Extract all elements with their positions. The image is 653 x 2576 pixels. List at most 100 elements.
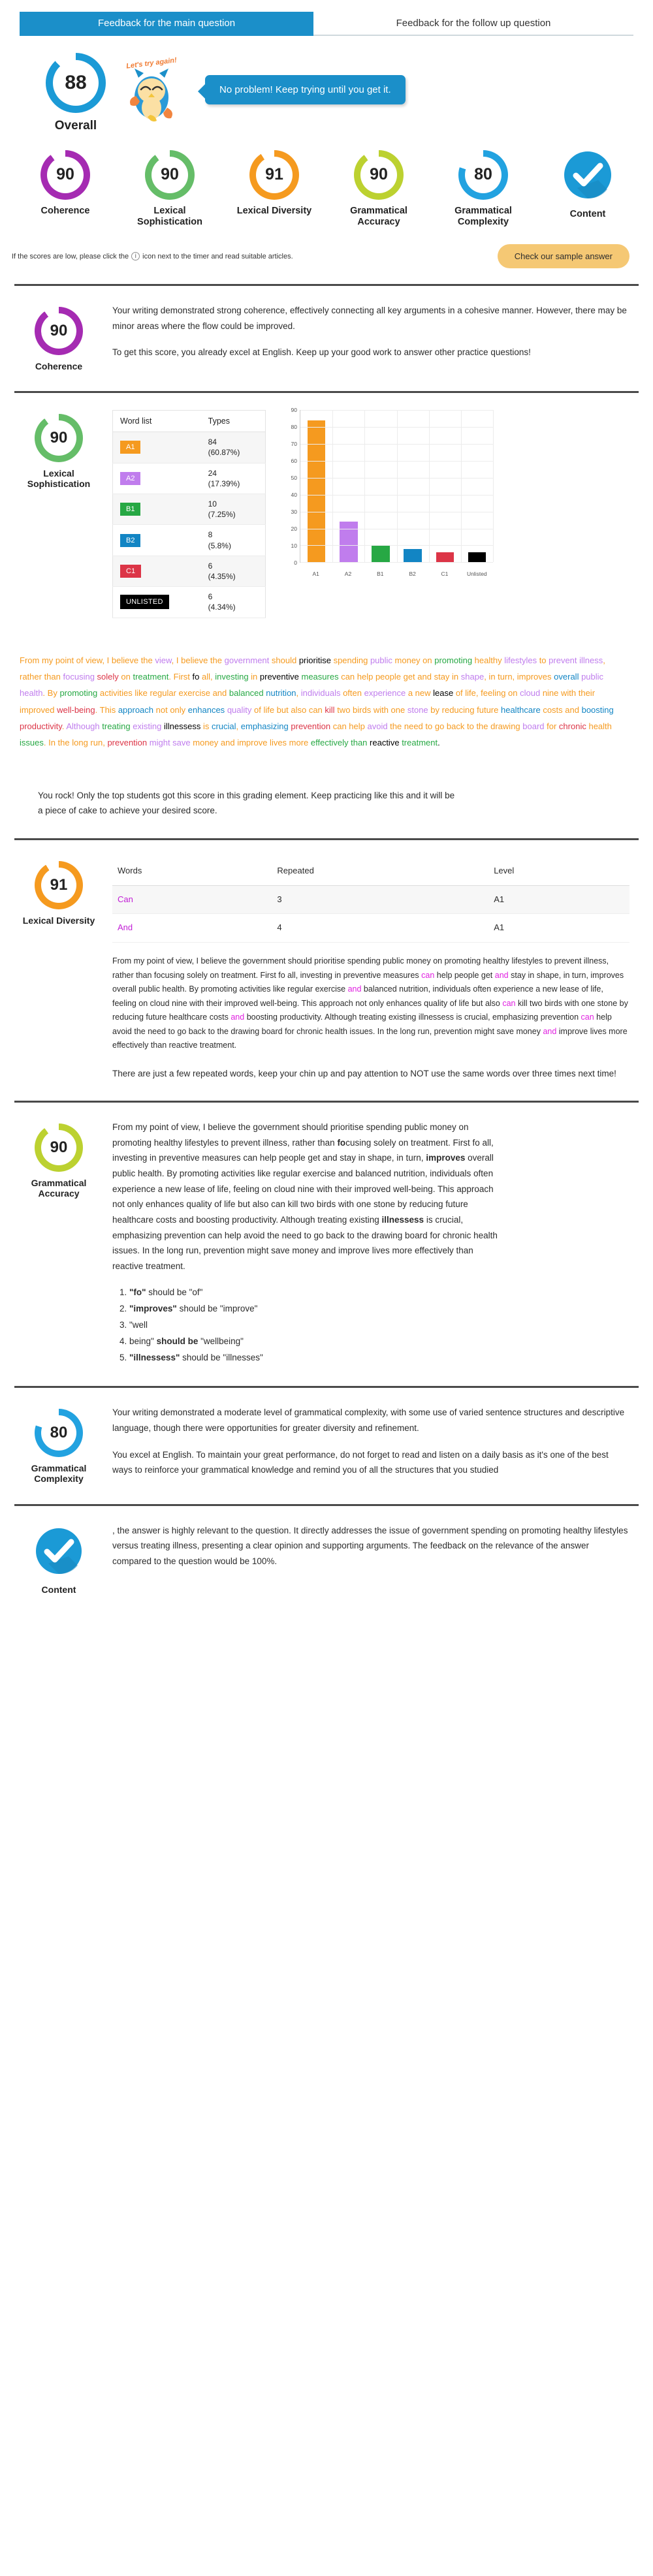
chart-bar-slot [332, 410, 364, 563]
essay-token: and [562, 704, 582, 715]
score-cell-grammatical-accuracy[interactable]: 90 Grammatical Accuracy [330, 149, 427, 227]
word-list-chip-cell: A1 [112, 432, 201, 463]
lexical-diversity-score-ring: 91 [249, 149, 299, 200]
grammatical-complexity-paragraph-1: Your writing demonstrated a moderate lev… [112, 1407, 625, 1433]
grammar-error-word: fo [337, 1137, 346, 1148]
note-text-before: If the scores are low, please click the [12, 252, 129, 260]
score-cell-lexical-diversity[interactable]: 91 Lexical Diversity [226, 149, 323, 227]
content-feedback: , the answer is highly relevant to the q… [112, 1523, 629, 1595]
chart-bar [372, 545, 390, 563]
essay-token: the need to go back to the drawing [387, 721, 523, 731]
essay-token: lifestyles [504, 655, 537, 665]
essay-token: . This [95, 704, 118, 715]
table-row: A1 84 (60.87%) [112, 432, 266, 463]
section-lexical-sophistication: 90 Lexical Sophistication Word list Type… [0, 393, 653, 838]
overall-score-block: 88 Overall [34, 53, 118, 133]
essay-token: and [210, 688, 229, 699]
lexical-sophistication-score-label: Lexical Sophistication [137, 205, 202, 227]
essay-token: healthy [472, 655, 505, 665]
essay-token: government [224, 655, 270, 665]
coherence-label: Coherence [35, 361, 83, 372]
lexical-sophistication-score-ring: 90 [145, 149, 195, 200]
grammatical-accuracy-badge: 90 Grammatical Accuracy [20, 1120, 98, 1366]
essay-token: of life but also can [251, 704, 325, 715]
word-list-chip-cell: UNLISTED [112, 586, 201, 618]
lexical-diversity-score-value: 91 [265, 165, 283, 184]
repeated-word-highlight: can [581, 1013, 594, 1022]
repeated-header-repeated: Repeated [272, 856, 489, 886]
essay-token: reactive [370, 738, 400, 748]
essay-token: focusing [63, 671, 95, 682]
content-check-circle-icon [35, 1527, 83, 1579]
chart-y-tick: 80 [291, 424, 297, 431]
grammatical-complexity-paragraph-2: You excel at English. To maintain your g… [112, 1449, 609, 1475]
coherence-score-ring: 90 [40, 149, 90, 200]
check-sample-answer-button[interactable]: Check our sample answer [497, 244, 629, 269]
content-paragraph-1: , the answer is highly relevant to the q… [112, 1525, 628, 1566]
chart-x-labels: A1 A2 B1 B2 C1 Unlisted [300, 571, 493, 577]
essay-token: issues [20, 738, 44, 748]
chart-y-tick: 70 [291, 441, 297, 448]
score-note-row: If the scores are low, please click the … [0, 227, 653, 284]
chart-gridline [332, 410, 334, 563]
chart-y-tick: 10 [291, 542, 297, 550]
table-row: Can 3 A1 [112, 885, 629, 915]
grammatical-complexity-score-value: 80 [474, 165, 492, 184]
colored-essay-text: From my point of view, I believe the vie… [20, 652, 629, 751]
essay-token: preventive [259, 671, 299, 682]
repeated-word-highlight: can [502, 998, 516, 1008]
score-cell-lexical-sophistication[interactable]: 90 Lexical Sophistication [121, 149, 218, 227]
coherence-feedback: Your writing demonstrated strong coheren… [112, 303, 629, 371]
essay-token: costs [543, 704, 563, 715]
word-list-types-cell: 10 (7.25%) [200, 494, 266, 526]
table-row: C1 6 (4.35%) [112, 556, 266, 588]
repeated-words-table-body: Can 3 A1 And 4 A1 [112, 885, 629, 943]
word-list-chip-cell: B2 [112, 524, 201, 556]
coherence-score-value: 90 [56, 165, 74, 184]
essay-token: avoid [367, 721, 388, 731]
essay-token: health [588, 721, 612, 731]
level-chip: A1 [120, 441, 141, 454]
grammatical-accuracy-score-value: 90 [370, 165, 388, 184]
info-icon[interactable]: i [131, 252, 140, 261]
chart-bar [468, 552, 486, 563]
chart-gridline [396, 410, 398, 563]
essay-token: improved [20, 704, 55, 715]
tab-feedback-main[interactable]: Feedback for the main question [20, 12, 313, 36]
tab-feedback-followup[interactable]: Feedback for the follow up question [313, 12, 633, 36]
essay-token: , in turn, [484, 671, 517, 682]
essay-token: healthcare [500, 704, 541, 715]
score-cell-grammatical-complexity[interactable]: 80 Grammatical Complexity [435, 149, 532, 227]
score-cell-coherence[interactable]: 90 Coherence [17, 149, 114, 227]
chart-gridline [428, 410, 430, 563]
essay-token: fo [192, 671, 200, 682]
grammatical-complexity-badge: 80 Grammatical Complexity [20, 1405, 98, 1484]
word-list-types-cell: 84 (60.87%) [200, 432, 266, 463]
essay-token: often [340, 688, 364, 699]
essay-token: . First [168, 671, 193, 682]
content-score-label: Content [569, 208, 606, 219]
table-row: UNLISTED 6 (4.34%) [112, 586, 266, 618]
score-summary-strip: 90 Coherence 90 Lexical Sophistication 9… [0, 133, 653, 227]
essay-token: , [296, 688, 301, 699]
fix-token-bold: should be [156, 1336, 199, 1347]
chart-gridline [493, 410, 494, 563]
essay-token: investing [215, 671, 249, 682]
essay-token: to [537, 655, 549, 665]
score-cell-content[interactable]: Content [539, 150, 636, 227]
essay-token: promoting [434, 655, 473, 665]
essay-token: productivity [20, 721, 62, 731]
chart-x-tick: B2 [409, 571, 416, 578]
essay-token: lease [433, 688, 454, 699]
chart-x-tick: B1 [377, 571, 384, 578]
content-check-circle-icon [563, 150, 613, 203]
fix-token-bold: "improves" [129, 1304, 177, 1314]
essay-token: view [155, 655, 172, 665]
essay-token: solely [97, 671, 119, 682]
grammatical-accuracy-body: From my point of view, I believe the gov… [112, 1120, 504, 1366]
essay-token: money on [392, 655, 435, 665]
repeated-word-highlight: and [347, 984, 362, 994]
chart-gridline [460, 410, 462, 563]
chart-bar [436, 552, 454, 563]
chart-bar-slot [364, 410, 396, 563]
